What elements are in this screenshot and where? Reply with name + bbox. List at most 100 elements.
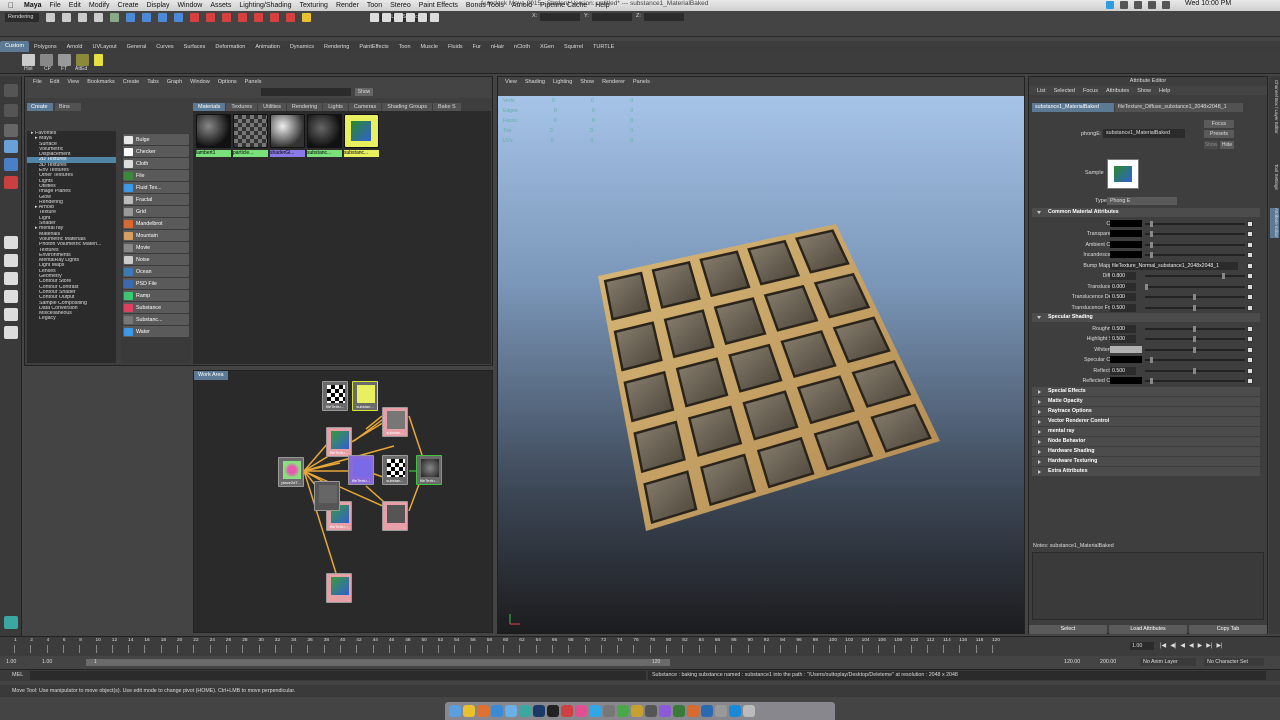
node-bulge[interactable]: Bulge [123,134,189,145]
attr-value-roughness[interactable]: 0.500 [1110,324,1136,333]
vp-menu-view[interactable]: View [501,79,521,85]
work-area[interactable]: Work Area fileTextu... substan... place2… [193,370,493,633]
battery-icon[interactable] [1162,1,1170,9]
shelf-tab-curves[interactable]: Curves [151,44,178,50]
firefox-icon[interactable] [477,705,489,717]
node-fluid-tex[interactable]: Fluid Tex... [123,182,189,193]
rotate-tool-icon[interactable] [4,158,18,171]
node-movie[interactable]: Movie [123,242,189,253]
channel-box-tab[interactable]: Channel Box / Layer Editor [1270,80,1279,134]
section-raytrace-options[interactable]: Raytrace Options [1032,406,1260,416]
shelf-tab-general[interactable]: General [122,44,152,50]
menu-modify[interactable]: Modify [85,2,114,9]
attr-color-reflected-color[interactable] [1110,377,1142,384]
material-swatch-4[interactable] [307,114,342,148]
graph-node-file7[interactable] [326,573,352,603]
select-button[interactable]: Select [1029,625,1107,634]
map-button-ambient-color[interactable] [1247,241,1253,248]
attr-value-translucence-focus[interactable]: 0.500 [1110,303,1136,312]
menu-paint-effects[interactable]: Paint Effects [415,2,462,9]
maya-icon[interactable] [519,705,531,717]
graph-node-file1[interactable]: fileTextu... [322,381,348,411]
status-tool-icon-5[interactable] [110,13,119,22]
ae-menu-show[interactable]: Show [1133,88,1155,94]
node-fractal[interactable]: Fractal [123,194,189,205]
range-bar[interactable]: 1 120 [86,659,670,666]
trash-icon[interactable] [743,705,755,717]
shelf-tab-custom[interactable]: Custom [0,41,29,52]
viewport-scene[interactable]: Verts: 0 0 0 Edges: 0 0 0 Faces: 0 0 0 Tris: 0 0 0 UVs: 0… [498,96,1024,634]
attr-slider-handle-roughness[interactable] [1193,325,1196,332]
attr-color-ambient-color[interactable] [1110,240,1142,248]
layout-hypershade-icon[interactable] [4,326,18,339]
mail-icon[interactable] [505,705,517,717]
section-extra-attributes[interactable]: Extra Attributes [1032,466,1260,476]
substance-icon[interactable] [561,705,573,717]
map-button-bump-mapping[interactable] [1247,262,1253,269]
layout-four-icon[interactable] [4,254,18,267]
center-pivot-icon[interactable] [40,54,53,66]
material-swatch-1[interactable] [196,114,231,148]
anim-layer-dropdown[interactable]: No Anim Layer [1140,658,1196,666]
menu-display[interactable]: Display [143,2,174,9]
shelf-tab-turtle[interactable]: TURTLE [588,44,619,50]
safari-icon[interactable] [491,705,503,717]
menu-assets[interactable]: Assets [206,2,235,9]
status-tool-icon-9[interactable] [174,13,183,22]
status-tool-icon-2[interactable] [62,13,71,22]
status-tool-icon-4[interactable] [94,13,103,22]
attr-color-transparency[interactable] [1110,230,1142,237]
history-icon[interactable] [22,54,35,66]
hypershade-search[interactable] [261,88,351,96]
menu-toon[interactable]: Toon [363,2,386,9]
y-field[interactable] [592,13,632,21]
menu-create[interactable]: Create [113,2,142,9]
move-tool-icon[interactable] [4,140,18,153]
vp-menu-shading[interactable]: Shading [521,79,549,85]
attr-slider-handle-reflectivity[interactable] [1193,367,1196,374]
end-time-field[interactable]: 200.00 [1100,658,1130,666]
terminal-icon[interactable] [547,705,559,717]
ae-menu-focus[interactable]: Focus [1079,88,1102,94]
attr-slider-transparency[interactable] [1145,233,1245,235]
node-ramp[interactable]: Ramp [123,290,189,301]
section-hardware-shading[interactable]: Hardware Shading [1032,446,1260,456]
attr-tab-material[interactable]: substance1_MaterialBaked [1032,103,1114,112]
z-field[interactable] [644,13,684,21]
graph-node-substance2[interactable]: substan... [382,407,408,437]
shelf-tab-xgen[interactable]: XGen [535,44,559,50]
itunes-icon[interactable] [575,705,587,717]
node-checker[interactable]: Checker [123,146,189,157]
hs-menu-file[interactable]: File [29,79,46,85]
attr-slider-handle-ambient-color[interactable] [1149,241,1153,248]
shelf-tab-arnold[interactable]: Arnold [62,44,88,50]
dropbox-icon[interactable] [1120,1,1128,9]
vp-menu-panels[interactable]: Panels [629,79,654,85]
show-button[interactable]: Show [355,88,373,96]
scale-tool-icon[interactable] [4,176,18,189]
vp-menu-show[interactable]: Show [576,79,598,85]
attr-value-translucence-depth[interactable]: 0.500 [1110,293,1136,301]
hs-menu-window[interactable]: Window [186,79,214,85]
menu-edit[interactable]: Edit [65,2,85,9]
status-tool-icon-15[interactable] [270,13,279,22]
status-tool-icon-1[interactable] [46,13,55,22]
lasso-tool-icon[interactable] [4,104,18,117]
ae-menu-list[interactable]: List [1033,88,1050,94]
status-tool-icon-8[interactable] [158,13,167,22]
section-specular-shading[interactable]: Specular Shading [1032,313,1260,322]
app-icon-12[interactable] [603,705,615,717]
hs-menu-edit[interactable]: Edit [46,79,63,85]
attr-slider-translucence[interactable] [1145,285,1245,288]
attr-tab-file[interactable]: fileTexture_Diffuse_substance1_2048x2048… [1115,103,1243,112]
attr-color-specular-color[interactable] [1110,356,1142,363]
menu-file[interactable]: File [46,2,65,9]
attr-slider-color[interactable] [1145,222,1245,225]
node-substanc[interactable]: Substanc... [123,314,189,325]
material-swatch-3[interactable] [270,114,305,148]
attr-value-translucence[interactable]: 0.000 [1110,282,1136,291]
node-name-field[interactable]: substance1_MaterialBaked [1103,129,1185,138]
shelf-tab-animation[interactable]: Animation [250,44,284,50]
menu-texturing[interactable]: Texturing [296,2,332,9]
status-tool-icon-11[interactable] [206,13,215,22]
